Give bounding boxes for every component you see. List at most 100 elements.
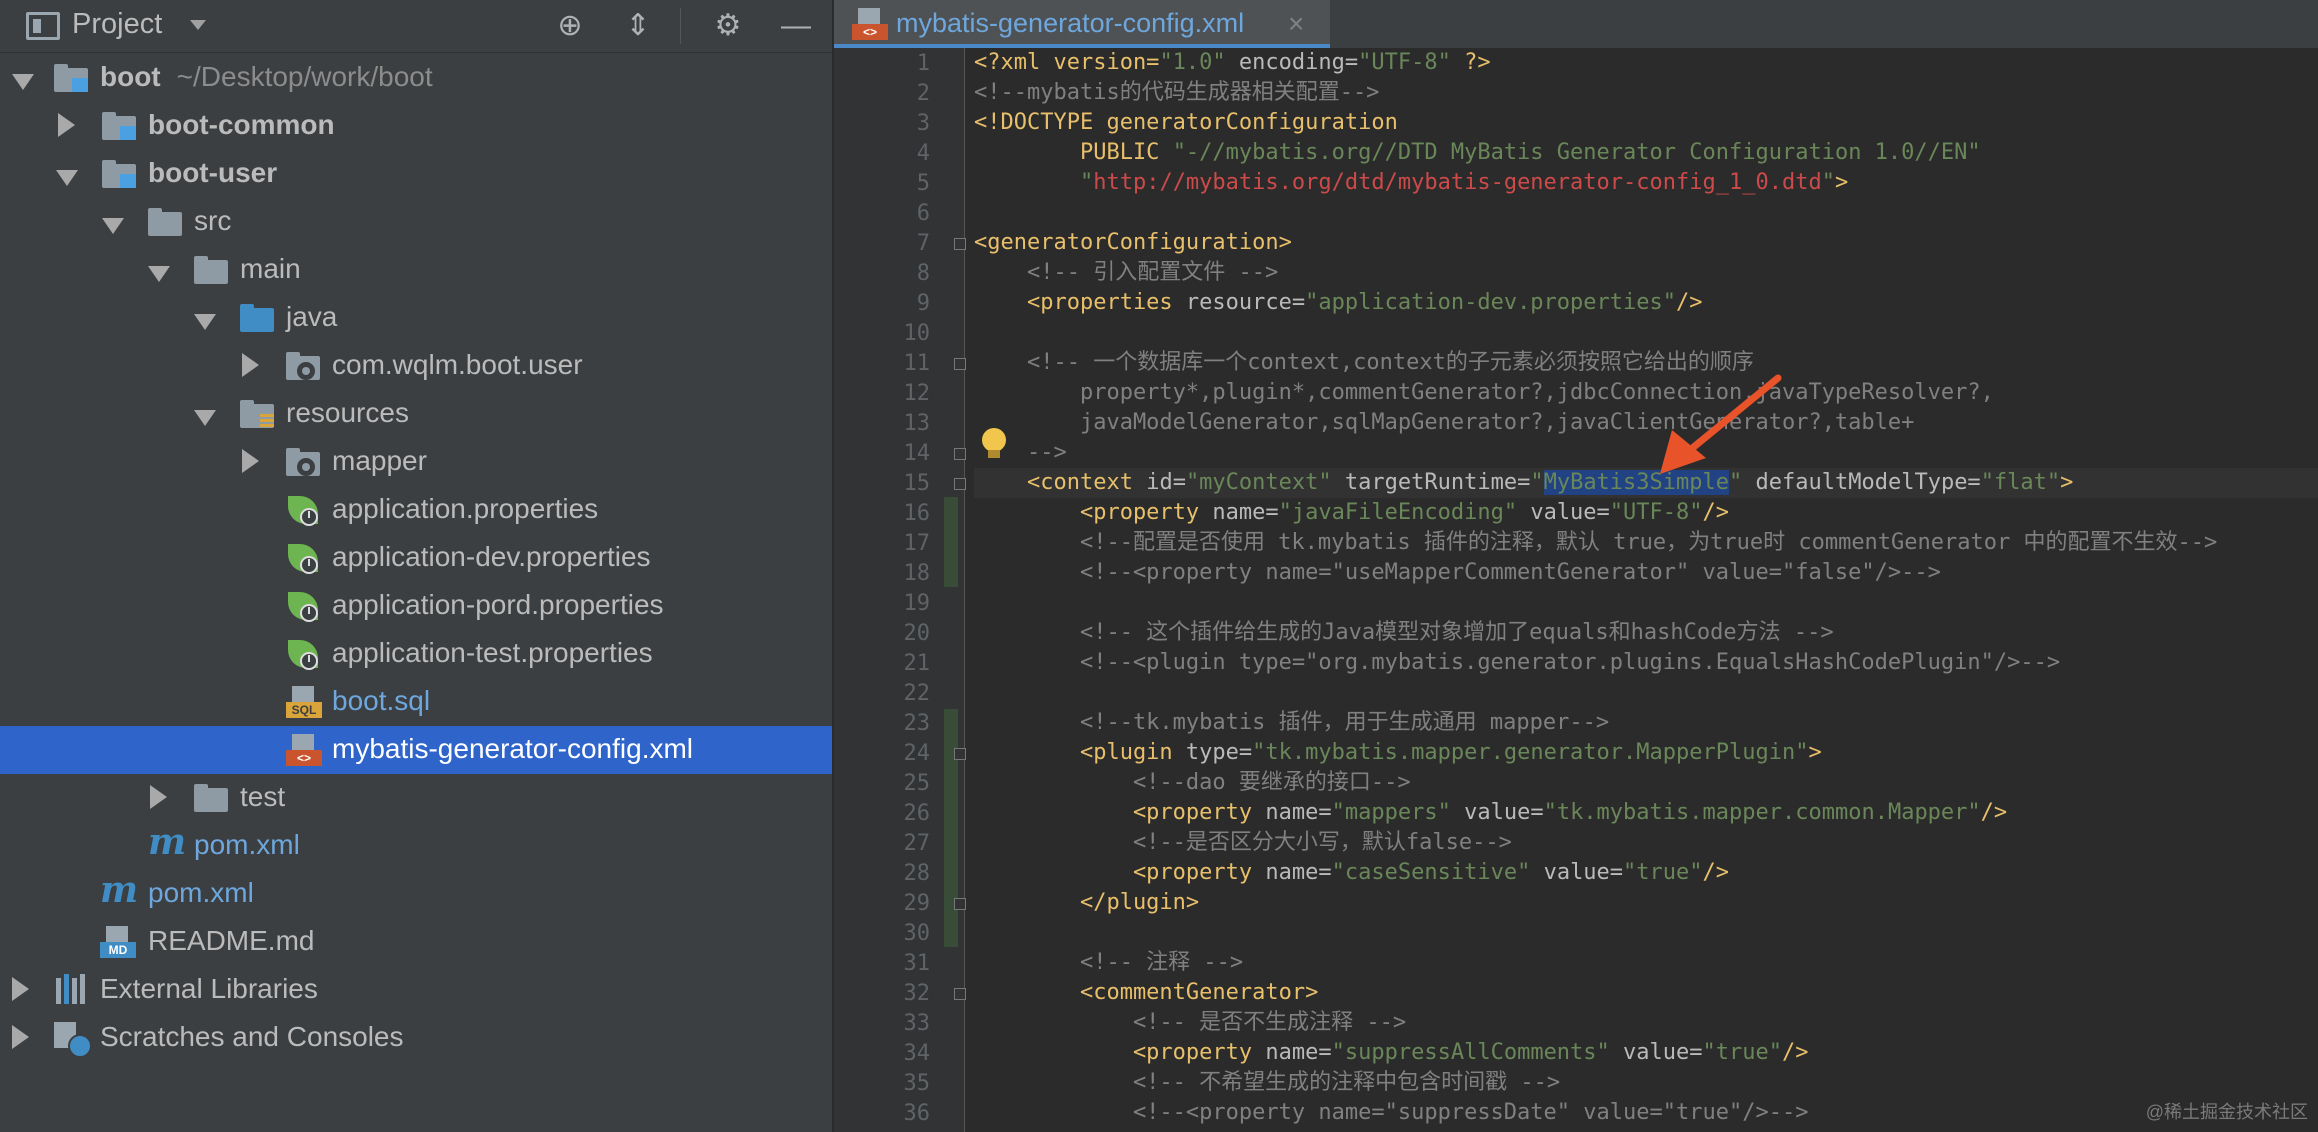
expand-arrow-icon[interactable] [194, 314, 216, 330]
line-number: 8 [916, 261, 930, 286]
tree-item-label: application-dev.properties [332, 541, 651, 572]
line-number: 24 [903, 741, 931, 766]
hide-panel-icon[interactable]: — [780, 10, 812, 42]
tree-item-mybatis-generator-config[interactable]: <> mybatis-generator-config.xml [0, 726, 832, 774]
selected-text: MyBatis3Simple [1543, 470, 1730, 495]
tree-item-application-pord-properties[interactable]: application-pord.properties [0, 582, 832, 630]
spring-properties-icon [286, 638, 322, 670]
expand-arrow-icon[interactable] [102, 218, 124, 234]
expand-arrow-icon[interactable] [12, 1025, 29, 1049]
tab-mybatis-generator-config[interactable]: <> mybatis-generator-config.xml × [834, 0, 1330, 48]
tree-item-application-dev-properties[interactable]: application-dev.properties [0, 534, 832, 582]
tree-item-java[interactable]: java [0, 294, 832, 342]
code-line: <!-- 注释 --> [974, 950, 1244, 975]
module-folder-icon [54, 62, 90, 94]
code-line: <!DOCTYPE generatorConfiguration [974, 110, 1398, 135]
fold-marker-icon[interactable] [954, 988, 966, 1000]
code-line: PUBLIC "-//mybatis.org//DTD MyBatis Gene… [974, 140, 1981, 165]
line-number: 11 [903, 351, 931, 376]
vcs-change-marker [944, 709, 958, 947]
tree-item-label: resources [286, 397, 409, 428]
folder-icon [194, 782, 230, 814]
line-number: 35 [903, 1071, 931, 1096]
line-number: 31 [903, 951, 931, 976]
tree-item-boot-common[interactable]: boot-common [0, 102, 832, 150]
code-line: <!-- 不希望生成的注释中包含时间戳 --> [974, 1070, 1561, 1095]
tree-item-boot[interactable]: boot ~/Desktop/work/boot [0, 54, 832, 102]
locate-file-icon[interactable]: ⊕ [554, 10, 586, 42]
module-folder-icon [102, 110, 138, 142]
code-line: <property name="mappers" value="tk.mybat… [974, 800, 2008, 825]
tree-item-src[interactable]: src [0, 198, 832, 246]
expand-arrow-icon[interactable] [242, 353, 259, 377]
fold-marker-icon[interactable] [954, 238, 966, 250]
expand-arrow-icon[interactable] [194, 410, 216, 426]
tree-item-module-pom[interactable]: m pom.xml [0, 822, 832, 870]
tree-item-external-libraries[interactable]: External Libraries [0, 966, 832, 1014]
tree-item-label: pom.xml [194, 829, 300, 860]
fold-marker-icon[interactable] [954, 748, 966, 760]
tree-item-scratches[interactable]: Scratches and Consoles [0, 1014, 832, 1062]
line-number: 22 [903, 681, 931, 706]
tree-item-label: boot.sql [332, 685, 431, 716]
code-line: <properties resource="application-dev.pr… [974, 290, 1703, 315]
library-icon [54, 974, 90, 1006]
code-line: <!--dao 要继承的接口--> [974, 770, 1411, 795]
expand-arrow-icon[interactable] [56, 170, 78, 186]
line-number: 29 [903, 891, 931, 916]
line-number: 13 [903, 411, 931, 436]
tree-item-test[interactable]: test [0, 774, 832, 822]
tree-item-label: src [194, 205, 232, 236]
line-number: 19 [903, 591, 931, 616]
tree-item-package[interactable]: com.wqlm.boot.user [0, 342, 832, 390]
tree-item-root-pom[interactable]: m pom.xml [0, 870, 832, 918]
code-line: </plugin> [974, 890, 1200, 915]
fold-marker-icon[interactable] [954, 448, 966, 460]
scratches-icon [54, 1022, 92, 1058]
expand-arrow-icon[interactable] [12, 74, 34, 90]
expand-arrow-icon[interactable] [148, 266, 170, 282]
line-number: 4 [916, 141, 930, 166]
line-number: 33 [903, 1011, 931, 1036]
tree-item-application-properties[interactable]: application.properties [0, 486, 832, 534]
fold-marker-icon[interactable] [954, 898, 966, 910]
line-number: 9 [916, 291, 930, 316]
tree-item-mapper[interactable]: mapper [0, 438, 832, 486]
code-line: <!--是否区分大小写，默认false--> [974, 830, 1512, 855]
expand-arrow-icon[interactable] [150, 785, 167, 809]
line-number: 5 [916, 171, 930, 196]
tree-item-label: application-pord.properties [332, 589, 664, 620]
package-icon [286, 350, 322, 382]
code-area[interactable]: <?xml version="1.0" encoding="UTF-8" ?> … [974, 48, 2318, 1132]
tab-label: mybatis-generator-config.xml [896, 8, 1245, 38]
line-number: 16 [903, 501, 931, 526]
line-number: 30 [903, 921, 931, 946]
close-icon[interactable]: × [1288, 8, 1304, 40]
gear-icon[interactable]: ⚙ [712, 10, 744, 42]
chevron-down-icon[interactable] [190, 20, 206, 30]
tree-item-application-test-properties[interactable]: application-test.properties [0, 630, 832, 678]
tree-item-main[interactable]: main [0, 246, 832, 294]
expand-arrow-icon[interactable] [242, 449, 259, 473]
code-line: <!--<property name="useMapperCommentGene… [974, 560, 1941, 585]
project-view-selector[interactable]: Project [72, 8, 162, 41]
maven-icon: m [100, 869, 139, 911]
tree-item-boot-user[interactable]: boot-user [0, 150, 832, 198]
fold-marker-icon[interactable] [954, 358, 966, 370]
code-line-current: <context id="myContext" targetRuntime="M… [974, 468, 2318, 498]
tree-item-label: application.properties [332, 493, 599, 524]
tree-item-label: test [240, 781, 286, 812]
expand-arrow-icon[interactable] [12, 977, 29, 1001]
line-number: 27 [903, 831, 931, 856]
code-line: property*,plugin*,commentGenerator?,jdbc… [974, 380, 1994, 405]
fold-marker-icon[interactable] [954, 478, 966, 490]
line-number: 26 [903, 801, 931, 826]
tree-item-resources[interactable]: resources [0, 390, 832, 438]
tree-item-label: Scratches and Consoles [100, 1021, 404, 1052]
xml-file-icon: <> [286, 734, 322, 766]
code-line: <!--<plugin type="org.mybatis.generator.… [974, 650, 2061, 675]
tree-item-readme[interactable]: MD README.md [0, 918, 832, 966]
tree-item-boot-sql[interactable]: SQL boot.sql [0, 678, 832, 726]
expand-arrow-icon[interactable] [58, 113, 75, 137]
collapse-all-icon[interactable]: ⇕ [622, 10, 654, 42]
